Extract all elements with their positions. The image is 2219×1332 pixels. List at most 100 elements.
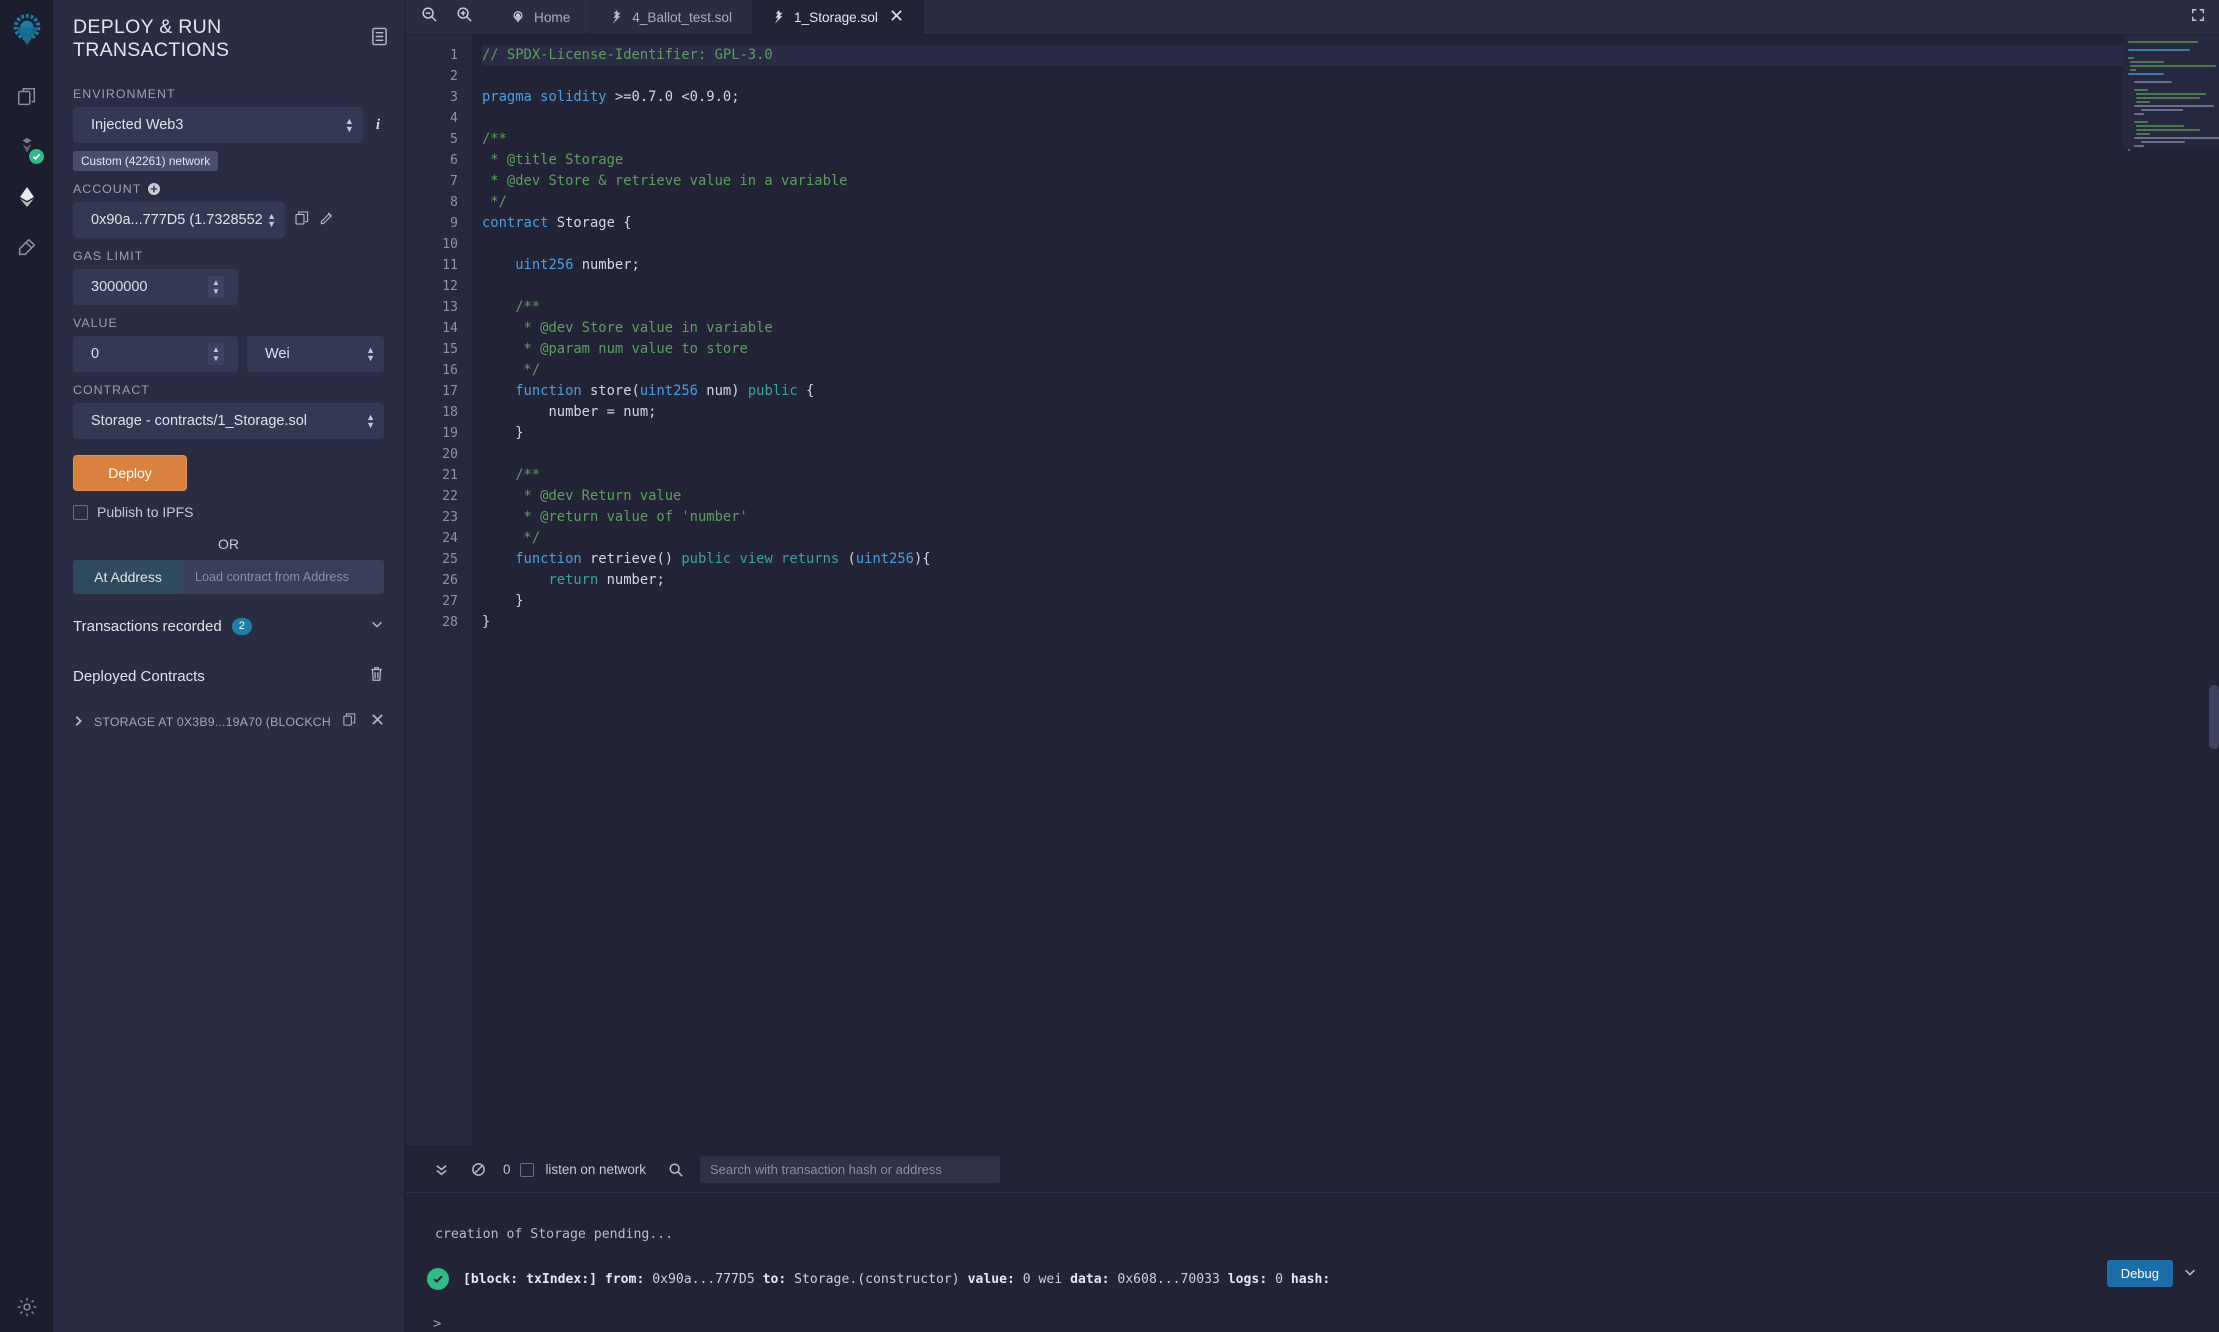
tx-value-label: value: [968,1272,1015,1287]
terminal-search-input[interactable] [700,1156,1000,1183]
publish-ipfs-checkbox[interactable] [73,505,88,520]
minimap-line [2134,89,2148,91]
code-token: uint256 [515,257,573,273]
trash-icon[interactable] [369,666,384,687]
plus-circle-icon[interactable] [148,183,160,195]
copy-icon[interactable] [294,210,310,231]
gas-limit-input[interactable] [73,279,193,295]
code-line[interactable]: uint256 number; [482,255,2219,276]
code-token: return [548,572,598,588]
tab-ballot-test[interactable]: 4_Ballot_test.sol [591,0,753,34]
chevrons-down-icon[interactable] [423,1162,460,1177]
code-line[interactable]: // SPDX-License-Identifier: GPL-3.0 [482,45,2219,66]
settings-gear-icon[interactable] [0,1296,53,1318]
copy-icon[interactable] [342,712,357,732]
line-number: 13 [405,297,458,318]
editor-minimap[interactable] [2123,35,2219,147]
terminal-transaction-row[interactable]: [block: txIndex:] from: 0x90a...777D5 to… [405,1242,2219,1290]
search-icon[interactable] [668,1162,700,1178]
value-stepper[interactable]: ▲▼ [208,343,224,365]
code-line[interactable]: * @return value of 'number' [482,507,2219,528]
code-line[interactable]: function retrieve() public view returns … [482,549,2219,570]
chevron-down-icon[interactable] [370,617,384,636]
transactions-recorded-section[interactable]: Transactions recorded 2 [73,617,384,642]
tx-block: [block: txIndex:] [463,1272,597,1287]
terminal-pending-count: 0 [497,1162,520,1177]
chevron-down-icon[interactable] [2183,1265,2197,1282]
code-line[interactable]: number = num; [482,402,2219,423]
code-line[interactable] [482,108,2219,129]
compiler-success-badge-icon [29,149,44,164]
debug-button[interactable]: Debug [2107,1260,2173,1287]
code-line[interactable]: * @dev Return value [482,486,2219,507]
tx-data-value: 0x608...70033 [1117,1272,1219,1287]
or-divider-label: OR [73,536,384,552]
value-unit-select[interactable]: Wei [247,336,384,372]
code-line[interactable]: * @param num value to store [482,339,2219,360]
sidebar-item-file-explorer[interactable] [5,72,49,122]
minimap-line [2128,57,2134,59]
at-address-button[interactable]: At Address [73,560,183,594]
minimap-line [2136,101,2150,103]
close-icon[interactable] [890,9,903,26]
remix-logo-icon[interactable] [5,10,49,54]
code-line[interactable]: } [482,612,2219,633]
code-line[interactable] [482,444,2219,465]
publish-ipfs-row[interactable]: Publish to IPFS [73,504,384,520]
deployed-contract-item[interactable]: STORAGE AT 0X3B9...19A70 (BLOCKCH [73,712,384,732]
gas-limit-stepper[interactable]: ▲▼ [208,276,224,298]
expand-icon[interactable] [2191,8,2205,27]
document-list-icon[interactable] [371,27,388,51]
sidebar-item-deploy-run-transactions[interactable] [5,172,49,222]
code-line[interactable]: function store(uint256 num) public { [482,381,2219,402]
edit-icon[interactable] [319,210,335,231]
code-line[interactable]: /** [482,129,2219,150]
at-address-input[interactable] [183,560,384,594]
close-icon[interactable] [371,713,384,731]
code-line[interactable]: * @dev Store value in variable [482,318,2219,339]
code-token: number = num; [482,404,656,420]
code-line[interactable]: */ [482,360,2219,381]
terminal-pending-message: creation of Storage pending... [405,1215,2219,1242]
code-line[interactable]: */ [482,528,2219,549]
tab-storage[interactable]: 1_Storage.sol [753,0,924,34]
contract-select[interactable]: Storage - contracts/1_Storage.sol [73,403,384,439]
code-line[interactable]: * @title Storage [482,150,2219,171]
zoom-out-icon[interactable] [421,6,438,28]
no-entry-icon[interactable] [460,1162,497,1177]
code-line[interactable]: } [482,423,2219,444]
tab-home[interactable]: Home [491,0,591,34]
info-icon[interactable]: i [372,117,384,134]
terminal-output: creation of Storage pending... [block: t… [405,1193,2219,1332]
gas-limit-label: GAS LIMIT [73,249,384,263]
code-line[interactable]: /** [482,297,2219,318]
code-line[interactable] [482,276,2219,297]
code-token: uint256 [856,551,914,567]
code-line[interactable]: */ [482,192,2219,213]
code-line[interactable] [482,234,2219,255]
account-select[interactable]: 0x90a...777D5 (1.7328552 [73,202,285,238]
deployed-contracts-label: Deployed Contracts [73,668,205,685]
code-line[interactable] [482,66,2219,87]
editor-vertical-scrollbar[interactable] [2209,685,2219,749]
code-line[interactable]: return number; [482,570,2219,591]
value-input[interactable] [73,346,193,362]
code-line[interactable]: pragma solidity >=0.7.0 <0.9.0; [482,87,2219,108]
sidebar-item-plugin-manager[interactable] [5,222,49,272]
zoom-in-icon[interactable] [456,6,473,28]
code-line[interactable]: * @dev Store & retrieve value in a varia… [482,171,2219,192]
code-editor[interactable]: 1234567891011121314151617181920212223242… [405,35,2219,1147]
terminal-prompt[interactable]: > [405,1290,2219,1332]
code-content[interactable]: // SPDX-License-Identifier: GPL-3.0 prag… [472,35,2219,1146]
code-token: >=0.7.0 <0.9.0; [615,89,740,105]
environment-select[interactable]: Injected Web3 [73,107,363,143]
sidebar-item-solidity-compiler[interactable] [5,122,49,172]
line-number: 19 [405,423,458,444]
deploy-button[interactable]: Deploy [73,455,187,491]
listen-on-network-checkbox[interactable] [520,1163,534,1177]
value-input-wrap: ▲▼ [73,336,238,372]
chevron-right-icon[interactable] [73,715,84,730]
code-line[interactable]: } [482,591,2219,612]
code-line[interactable]: /** [482,465,2219,486]
code-line[interactable]: contract Storage { [482,213,2219,234]
